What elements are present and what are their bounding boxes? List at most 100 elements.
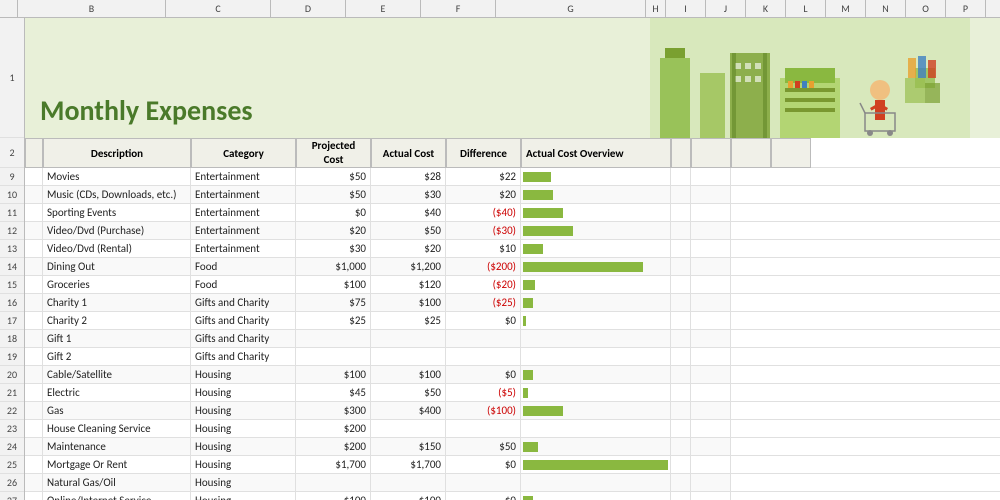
cell-actual (371, 420, 446, 437)
cell-projected: $0 (296, 204, 371, 221)
cell-bar (521, 186, 671, 203)
cell-bar (521, 348, 671, 365)
cell-h (671, 402, 691, 419)
cell-i (691, 438, 731, 455)
cell-bar (521, 222, 671, 239)
cell-difference: ($20) (446, 276, 521, 293)
col-header-d: D (271, 0, 346, 17)
cell-difference (446, 474, 521, 491)
cell-category: Entertainment (191, 204, 296, 221)
cell-header-i (691, 138, 731, 168)
cell-difference (446, 330, 521, 347)
cell-row-a (25, 384, 43, 401)
cell-h (671, 276, 691, 293)
table-row: Cable/Satellite Housing $100 $100 $0 (25, 366, 1000, 384)
cell-i (691, 366, 731, 383)
cell-h (671, 312, 691, 329)
cell-projected: $25 (296, 312, 371, 329)
cell-projected: $20 (296, 222, 371, 239)
cell-category: Housing (191, 402, 296, 419)
cell-projected: $1,700 (296, 456, 371, 473)
cell-description: Natural Gas/Oil (43, 474, 191, 491)
header-description: Description (43, 138, 191, 168)
cell-i (691, 384, 731, 401)
cell-description: Music (CDs, Downloads, etc.) (43, 186, 191, 203)
cell-actual: $100 (371, 492, 446, 500)
cell-i (691, 222, 731, 239)
cell-i (691, 258, 731, 275)
cell-h (671, 330, 691, 347)
column-headers: B C D E F G H I J K L M N O P (0, 0, 1000, 18)
banner-illustration (650, 18, 970, 138)
banner-title: Monthly Expenses (40, 93, 253, 128)
col-header-n: N (866, 0, 906, 17)
cell-description: Charity 1 (43, 294, 191, 311)
row-num-24: 24 (0, 438, 24, 456)
cell-h (671, 240, 691, 257)
row-num-19: 19 (0, 348, 24, 366)
cell-bar (521, 438, 671, 455)
cell-i (691, 402, 731, 419)
cell-category: Housing (191, 438, 296, 455)
cell-i (691, 492, 731, 500)
data-rows: Movies Entertainment $50 $28 $22 Music (… (25, 168, 1000, 500)
cell-header-h (671, 138, 691, 168)
cell-i (691, 456, 731, 473)
cell-h (671, 222, 691, 239)
cell-bar (521, 276, 671, 293)
cell-actual (371, 330, 446, 347)
table-row: Maintenance Housing $200 $150 $50 (25, 438, 1000, 456)
cell-h (671, 258, 691, 275)
sheet-body: 1 2 9 10 11 12 13 14 15 16 17 18 19 20 2… (0, 18, 1000, 500)
cell-category: Housing (191, 492, 296, 500)
table-row: Video/Dvd (Rental) Entertainment $30 $20… (25, 240, 1000, 258)
cell-h (671, 456, 691, 473)
cell-row-a (25, 474, 43, 491)
row-num-20: 20 (0, 366, 24, 384)
cell-actual: $1,700 (371, 456, 446, 473)
cell-h (671, 294, 691, 311)
cell-row-a (25, 366, 43, 383)
table-row: Video/Dvd (Purchase) Entertainment $20 $… (25, 222, 1000, 240)
cell-projected (296, 330, 371, 347)
cell-bar (521, 402, 671, 419)
cell-actual: $50 (371, 222, 446, 239)
cell-difference: $0 (446, 312, 521, 329)
cell-h (671, 438, 691, 455)
col-header-l: L (786, 0, 826, 17)
cell-h (671, 492, 691, 500)
cell-actual: $20 (371, 240, 446, 257)
cell-bar (521, 258, 671, 275)
cell-row-a (25, 330, 43, 347)
cell-category: Gifts and Charity (191, 312, 296, 329)
spreadsheet: B C D E F G H I J K L M N O P 1 2 9 10 1… (0, 0, 1000, 500)
cell-bar (521, 312, 671, 329)
cell-h (671, 348, 691, 365)
cell-difference: $10 (446, 240, 521, 257)
cell-actual: $120 (371, 276, 446, 293)
cell-description: Video/Dvd (Rental) (43, 240, 191, 257)
cell-description: House Cleaning Service (43, 420, 191, 437)
cell-row-a (25, 186, 43, 203)
cell-projected: $50 (296, 186, 371, 203)
cell-description: Cable/Satellite (43, 366, 191, 383)
cell-header-j (731, 138, 771, 168)
cell-category: Gifts and Charity (191, 348, 296, 365)
table-row: Sporting Events Entertainment $0 $40 ($4… (25, 204, 1000, 222)
cell-projected: $1,000 (296, 258, 371, 275)
cell-actual: $50 (371, 384, 446, 401)
row-num-23: 23 (0, 420, 24, 438)
cell-i (691, 312, 731, 329)
cell-difference: ($40) (446, 204, 521, 221)
header-row: Description Category ProjectedCost Actua… (25, 138, 1000, 168)
cell-actual: $100 (371, 294, 446, 311)
cell-i (691, 186, 731, 203)
cell-difference (446, 348, 521, 365)
cell-bar (521, 474, 671, 491)
cell-i (691, 204, 731, 221)
cell-h (671, 474, 691, 491)
cell-difference: $0 (446, 456, 521, 473)
cell-category: Housing (191, 384, 296, 401)
cell-projected: $50 (296, 168, 371, 185)
cell-i (691, 168, 731, 185)
